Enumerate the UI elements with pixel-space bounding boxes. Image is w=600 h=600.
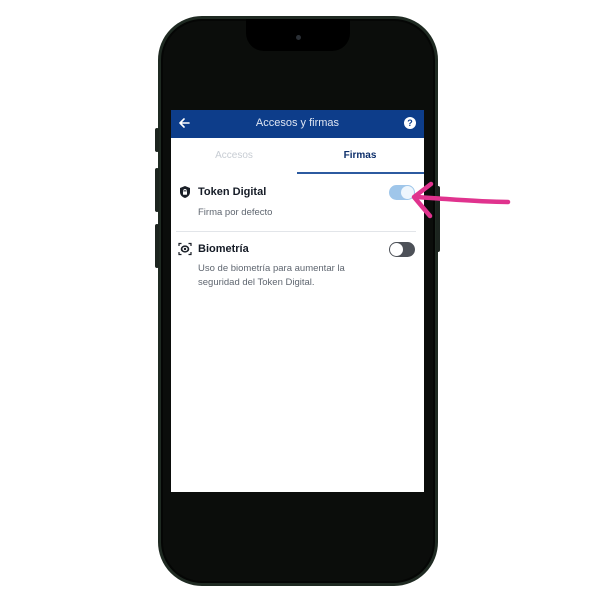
phone-volume-down-button — [155, 224, 159, 268]
face-scan-icon — [178, 242, 192, 256]
app-screen: Accesos y firmas ? Accesos Firmas Token … — [171, 110, 424, 492]
page-title: Accesos y firmas — [255, 117, 340, 129]
phone-notch — [246, 19, 350, 51]
setting-token-digital: Token Digital Firma por defecto — [171, 182, 424, 232]
setting-description: Uso de biometría para aumentar la seguri… — [198, 263, 345, 288]
app-header: Accesos y firmas ? — [171, 110, 424, 138]
setting-title: Biometría — [198, 243, 249, 255]
tab-accesos[interactable]: Accesos — [171, 138, 297, 174]
phone-volume-up-button — [155, 168, 159, 212]
biometria-toggle[interactable] — [389, 242, 415, 257]
pointer-arrow-icon — [411, 181, 511, 219]
shield-lock-icon — [180, 186, 190, 198]
toggle-knob — [390, 243, 403, 256]
setting-biometria: Biometría Uso de biometría para aumentar… — [171, 240, 424, 300]
screenshot-stage: Accesos y firmas ? Accesos Firmas Token … — [0, 0, 600, 600]
setting-title: Token Digital — [198, 186, 267, 198]
active-tab-indicator — [297, 172, 424, 174]
phone-silent-switch — [155, 128, 159, 152]
front-camera — [296, 35, 301, 40]
question-circle-icon[interactable]: ? — [404, 117, 416, 129]
row-divider — [176, 231, 416, 232]
setting-description: Firma por defecto — [198, 207, 273, 218]
tab-bar: Accesos Firmas — [171, 138, 424, 174]
tab-firmas[interactable]: Firmas — [297, 138, 423, 174]
